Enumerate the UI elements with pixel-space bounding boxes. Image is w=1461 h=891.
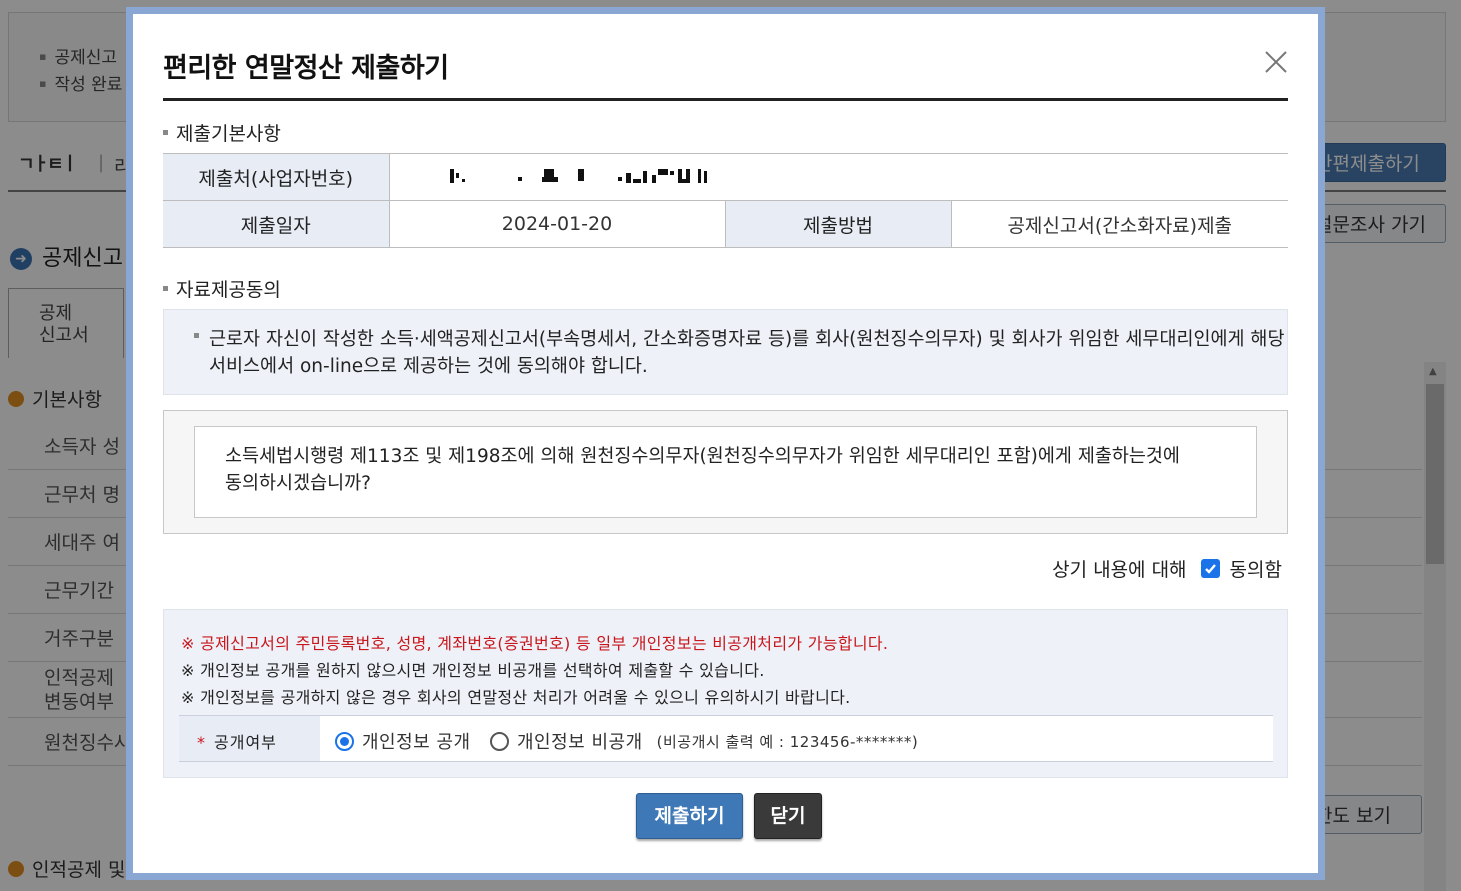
radio-private-dot[interactable] <box>490 731 509 751</box>
disclosure-label: * 공개여부 <box>179 716 320 761</box>
required-mark: * <box>197 733 206 752</box>
private-hint: (비공개시 출력 예 : 123456-*******) <box>656 732 919 751</box>
privacy-notice: ※ 개인정보를 공개하지 않은 경우 회사의 연말정산 처리가 어려울 수 있으… <box>181 688 851 707</box>
radio-private[interactable]: 개인정보 비공개 (비공개시 출력 예 : 123456-*******) <box>490 728 918 754</box>
consent-info-box: 근로자 자신이 작성한 소득·세액공제신고서(부속명세서, 간소화증명자료 등)… <box>163 309 1288 395</box>
check-icon <box>1204 564 1216 574</box>
submit-method-label: 제출방법 <box>725 200 952 248</box>
privacy-notice-red: ※ 공제신고서의 주민등록번호, 성명, 계좌번호(증권번호) 등 일부 개인정… <box>181 634 889 653</box>
close-icon[interactable] <box>1262 48 1290 76</box>
masked-value <box>449 168 707 183</box>
bullet-icon <box>194 333 199 338</box>
title-divider <box>163 98 1288 101</box>
submit-to-label: 제출처(사업자번호) <box>163 153 390 201</box>
close-button[interactable]: 닫기 <box>754 793 822 839</box>
agree-checkbox[interactable] <box>1200 559 1220 578</box>
consent-info-text: 근로자 자신이 작성한 소득·세액공제신고서(부속명세서, 간소화증명자료 등)… <box>209 329 1285 377</box>
submit-button[interactable]: 제출하기 <box>636 793 743 839</box>
consent-line: 상기 내용에 대해 동의함 <box>1052 555 1282 582</box>
dialog-title: 편리한 연말정산 제출하기 <box>163 53 449 84</box>
question-box: 소득세법시행령 제113조 및 제198조에 의해 원천징수의무자(원천징수의무… <box>163 410 1288 534</box>
radio-public-dot[interactable] <box>335 731 354 751</box>
radio-public[interactable]: 개인정보 공개 <box>335 728 471 754</box>
consent-title: 자료제공동의 <box>163 275 281 302</box>
agree-checkbox-label[interactable]: 동의함 <box>1230 555 1282 582</box>
submit-date-value: 2024-01-20 <box>389 200 726 248</box>
submit-dialog: 편리한 연말정산 제출하기 제출기본사항 제출처(사업자번호) 제출일자 202… <box>126 7 1325 880</box>
submit-date-label: 제출일자 <box>163 200 390 248</box>
submit-method-value: 공제신고서(간소화자료)제출 <box>951 200 1288 248</box>
basic-info-title: 제출기본사항 <box>163 119 281 146</box>
consent-prefix: 상기 내용에 대해 <box>1052 559 1187 581</box>
privacy-notice: ※ 개인정보 공개를 원하지 않으시면 개인정보 비공개를 선택하여 제출할 수… <box>181 661 765 680</box>
disclosure-row: * 공개여부 개인정보 공개 개인정보 비공개 (비공개시 출력 예 : 1234… <box>179 715 1273 762</box>
privacy-box: ※ 공제신고서의 주민등록번호, 성명, 계좌번호(증권번호) 등 일부 개인정… <box>163 609 1288 778</box>
submission-info-table: 제출처(사업자번호) 제출일자 2024-01-20 제출방법 공제신고서(간소… <box>163 153 1288 248</box>
question-text: 소득세법시행령 제113조 및 제198조에 의해 원천징수의무자(원천징수의무… <box>194 426 1257 518</box>
submit-to-value-masked <box>389 153 1288 201</box>
